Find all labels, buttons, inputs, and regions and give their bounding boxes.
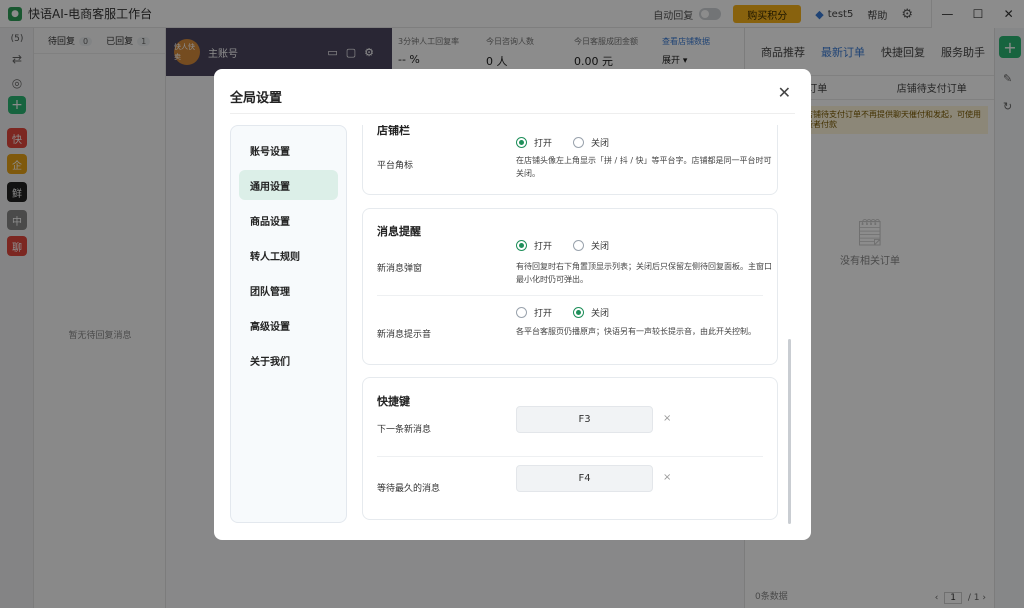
nav-transfer-rules[interactable]: 转人工规则 xyxy=(239,240,338,270)
row-label: 新消息弹窗 xyxy=(377,264,423,274)
hotkey-card: 快捷键 F3 × 下一条新消息 F4 × 等待最久的消息 xyxy=(362,377,778,520)
message-reminder-card: 消息提醒 打开 关闭 新消息弹窗 有待回复时右下角置顶显示列表；关闭后只保留左侧… xyxy=(362,208,778,365)
nav-general-settings[interactable]: 通用设置 xyxy=(239,170,338,200)
global-settings-dialog: 全局设置 ✕ 账号设置 通用设置 商品设置 转人工规则 团队管理 高级设置 关于… xyxy=(214,69,811,540)
settings-nav: 账号设置 通用设置 商品设置 转人工规则 团队管理 高级设置 关于我们 xyxy=(230,125,347,523)
row-label: 新消息提示音 xyxy=(377,330,432,340)
content-scrollbar[interactable] xyxy=(788,339,791,524)
nav-account-settings[interactable]: 账号设置 xyxy=(239,135,338,165)
sound-on-radio[interactable]: 打开 xyxy=(516,306,552,319)
nav-team-management[interactable]: 团队管理 xyxy=(239,275,338,305)
row-description: 有待回复时右下角置顶显示列表；关闭后只保留左侧待回复面板。主窗口最小化时仍可弹出… xyxy=(516,262,772,284)
sound-off-radio[interactable]: 关闭 xyxy=(573,306,609,319)
popup-off-radio[interactable]: 关闭 xyxy=(573,239,609,252)
nav-product-settings[interactable]: 商品设置 xyxy=(239,205,338,235)
hotkey-next-message-input[interactable]: F3 xyxy=(516,406,653,433)
row-label: 等待最久的消息 xyxy=(377,484,441,494)
clear-hotkey-icon[interactable]: × xyxy=(663,413,671,424)
shop-bar-card: 店铺栏 打开 关闭 平台角标 在店铺头像左上角显示「拼 / 抖 / 快」等平台字… xyxy=(362,125,778,195)
popup-on-radio[interactable]: 打开 xyxy=(516,239,552,252)
hotkey-longest-wait-input[interactable]: F4 xyxy=(516,465,653,492)
divider xyxy=(230,113,795,114)
row-description: 在店铺头像左上角显示「拼 / 抖 / 快」等平台字。店铺都是同一平台时可关闭。 xyxy=(516,156,772,178)
settings-content[interactable]: 店铺栏 打开 关闭 平台角标 在店铺头像左上角显示「拼 / 抖 / 快」等平台字… xyxy=(362,125,790,523)
nav-advanced-settings[interactable]: 高级设置 xyxy=(239,310,338,340)
nav-about-us[interactable]: 关于我们 xyxy=(239,345,338,375)
section-title: 店铺栏 xyxy=(377,125,410,137)
divider xyxy=(377,456,763,457)
row-label: 下一条新消息 xyxy=(377,425,432,435)
divider xyxy=(377,295,763,296)
section-title: 快捷键 xyxy=(377,395,410,408)
clear-hotkey-icon[interactable]: × xyxy=(663,472,671,483)
row-description: 各平台客服页仍播原声；快语另有一声较长提示音，由此开关控制。 xyxy=(516,327,756,336)
close-icon[interactable]: ✕ xyxy=(778,83,791,102)
section-title: 消息提醒 xyxy=(377,225,421,238)
dialog-title: 全局设置 xyxy=(230,91,283,106)
row-label: 平台角标 xyxy=(377,161,414,171)
platform-badge-on-radio[interactable]: 打开 xyxy=(516,136,552,149)
platform-badge-off-radio[interactable]: 关闭 xyxy=(573,136,609,149)
